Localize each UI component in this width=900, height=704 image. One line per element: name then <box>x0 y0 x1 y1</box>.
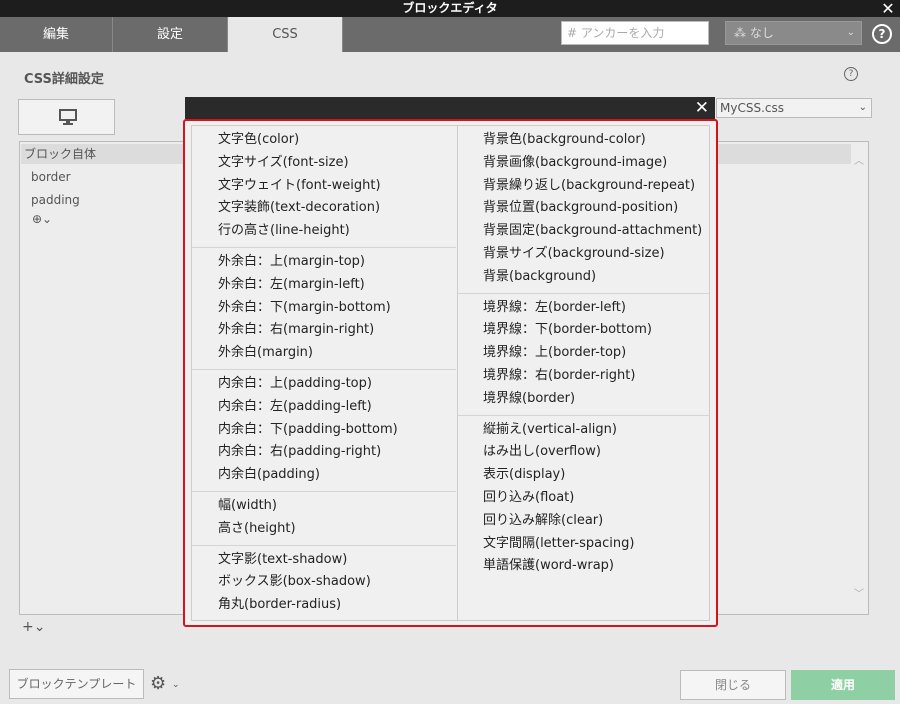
property-item[interactable]: 外余白：右(margin-right) <box>192 319 456 342</box>
property-item[interactable]: 境界線：右(border-right) <box>458 365 710 388</box>
property-item[interactable]: 境界線(border) <box>458 388 710 411</box>
scroll-down-icon[interactable]: ﹀ <box>854 585 864 600</box>
property-item[interactable]: 内余白：左(padding-left) <box>192 396 456 419</box>
property-group: 背景色(background-color) 背景画像(background-ima… <box>458 126 710 294</box>
property-item[interactable]: 回り込み(float) <box>458 487 710 510</box>
property-item[interactable]: 背景(background) <box>458 266 710 289</box>
anchor-input[interactable]: # アンカーを入力 <box>561 21 709 45</box>
chevron-down-icon: ⌄ <box>846 27 855 38</box>
property-item[interactable]: はみ出し(overflow) <box>458 441 710 464</box>
property-item[interactable]: 角丸(border-radius) <box>192 594 456 617</box>
property-item[interactable]: 縦揃え(vertical-align) <box>458 419 710 442</box>
property-item[interactable]: 内余白(padding) <box>192 464 456 487</box>
close-button[interactable]: 閉じる <box>680 670 786 700</box>
property-item[interactable]: 背景位置(background-position) <box>458 197 710 220</box>
device-pc-button[interactable] <box>18 99 115 135</box>
apply-button[interactable]: 適用 <box>791 670 895 700</box>
chevron-down-icon[interactable]: ⌄ <box>172 680 180 690</box>
monitor-icon <box>59 109 77 125</box>
property-item[interactable]: 背景色(background-color) <box>458 129 710 152</box>
property-group: 文字色(color) 文字サイズ(font-size) 文字ウェイト(font-we… <box>192 126 456 248</box>
property-item[interactable]: 外余白：下(margin-bottom) <box>192 297 456 320</box>
property-item[interactable]: 文字サイズ(font-size) <box>192 152 456 175</box>
property-item[interactable]: 文字ウェイト(font-weight) <box>192 175 456 198</box>
property-group: 文字影(text-shadow) ボックス影(box-shadow) 角丸(bord… <box>192 546 456 621</box>
plus-icon[interactable]: +⌄ <box>22 619 45 635</box>
chevron-down-icon: ⌄ <box>858 102 867 113</box>
property-group: 幅(width) 高さ(height) <box>192 492 456 546</box>
window-titlebar: ブロックエディタ ✕ <box>0 0 900 17</box>
property-item[interactable]: 外余白：上(margin-top) <box>192 251 456 274</box>
property-item[interactable]: ボックス影(box-shadow) <box>192 571 456 594</box>
property-group: 縦揃え(vertical-align) はみ出し(overflow) 表示(disp… <box>458 416 710 583</box>
property-item[interactable]: 背景画像(background-image) <box>458 152 710 175</box>
add-circle-icon[interactable]: ⊕⌄ <box>32 212 52 226</box>
close-icon[interactable]: ✕ <box>695 97 709 119</box>
property-item[interactable]: 内余白：下(padding-bottom) <box>192 419 456 442</box>
none-select-value: なし <box>749 26 774 40</box>
none-select[interactable]: ⁂ なし ⌄ <box>725 21 862 45</box>
css-file-value: MyCSS.css <box>720 101 784 115</box>
property-group: 境界線：左(border-left) 境界線：下(border-bottom) 境界… <box>458 294 710 416</box>
block-template-button[interactable]: ブロックテンプレート <box>9 669 144 699</box>
property-item[interactable]: 内余白：右(padding-right) <box>192 441 456 464</box>
popup-header: ✕ <box>185 97 715 119</box>
property-item[interactable]: 高さ(height) <box>192 518 456 541</box>
property-item[interactable]: 境界線：左(border-left) <box>458 297 710 320</box>
list-item[interactable]: border <box>31 170 71 184</box>
property-item[interactable]: 文字影(text-shadow) <box>192 549 456 572</box>
property-item[interactable]: 文字色(color) <box>192 129 456 152</box>
property-item[interactable]: 外余白(margin) <box>192 342 456 365</box>
list-item[interactable]: padding <box>31 193 80 207</box>
property-item[interactable]: 文字間隔(letter-spacing) <box>458 533 710 556</box>
property-item[interactable]: 内余白：上(padding-top) <box>192 373 456 396</box>
property-item[interactable]: 幅(width) <box>192 495 456 518</box>
property-item[interactable]: 文字装飾(text-decoration) <box>192 197 456 220</box>
gear-icon[interactable]: ⚙ <box>150 673 166 694</box>
window-title: ブロックエディタ <box>402 1 498 15</box>
css-property-popup: 文字色(color) 文字サイズ(font-size) 文字ウェイト(font-we… <box>183 119 718 627</box>
property-group: 外余白：上(margin-top) 外余白：左(margin-left) 外余白：下… <box>192 248 456 370</box>
section-title: CSS詳細設定 <box>24 72 104 87</box>
property-item[interactable]: 境界線：上(border-top) <box>458 342 710 365</box>
property-item[interactable]: 回り込み解除(clear) <box>458 510 710 533</box>
tab-bar: 編集 設定 CSS # アンカーを入力 ⁂ なし ⌄ ? <box>0 17 900 52</box>
property-item[interactable]: 背景サイズ(background-size) <box>458 243 710 266</box>
property-column-right: 背景色(background-color) 背景画像(background-ima… <box>457 126 710 620</box>
property-item[interactable]: 単語保護(word-wrap) <box>458 555 710 578</box>
tree-icon: ⁂ <box>734 26 750 40</box>
property-group: 内余白：上(padding-top) 内余白：左(padding-left) 内余白… <box>192 370 456 492</box>
tab-settings[interactable]: 設定 <box>113 17 228 52</box>
property-item[interactable]: 外余白：左(margin-left) <box>192 274 456 297</box>
close-icon[interactable]: ✕ <box>880 0 896 17</box>
property-item[interactable]: 表示(display) <box>458 464 710 487</box>
property-item[interactable]: 行の高さ(line-height) <box>192 220 456 243</box>
popup-inner: 文字色(color) 文字サイズ(font-size) 文字ウェイト(font-we… <box>191 125 710 621</box>
tab-css[interactable]: CSS <box>228 17 343 52</box>
property-column-left: 文字色(color) 文字サイズ(font-size) 文字ウェイト(font-we… <box>192 126 456 621</box>
scroll-up-icon[interactable]: ︿ <box>854 152 864 167</box>
help-icon[interactable]: ? <box>872 24 892 44</box>
tab-edit[interactable]: 編集 <box>0 17 113 52</box>
css-file-select[interactable]: MyCSS.css ⌄ <box>716 98 872 118</box>
property-item[interactable]: 背景繰り返し(background-repeat) <box>458 175 710 198</box>
property-item[interactable]: 境界線：下(border-bottom) <box>458 319 710 342</box>
help-icon[interactable]: ? <box>844 67 858 81</box>
property-item[interactable]: 背景固定(background-attachment) <box>458 220 710 243</box>
